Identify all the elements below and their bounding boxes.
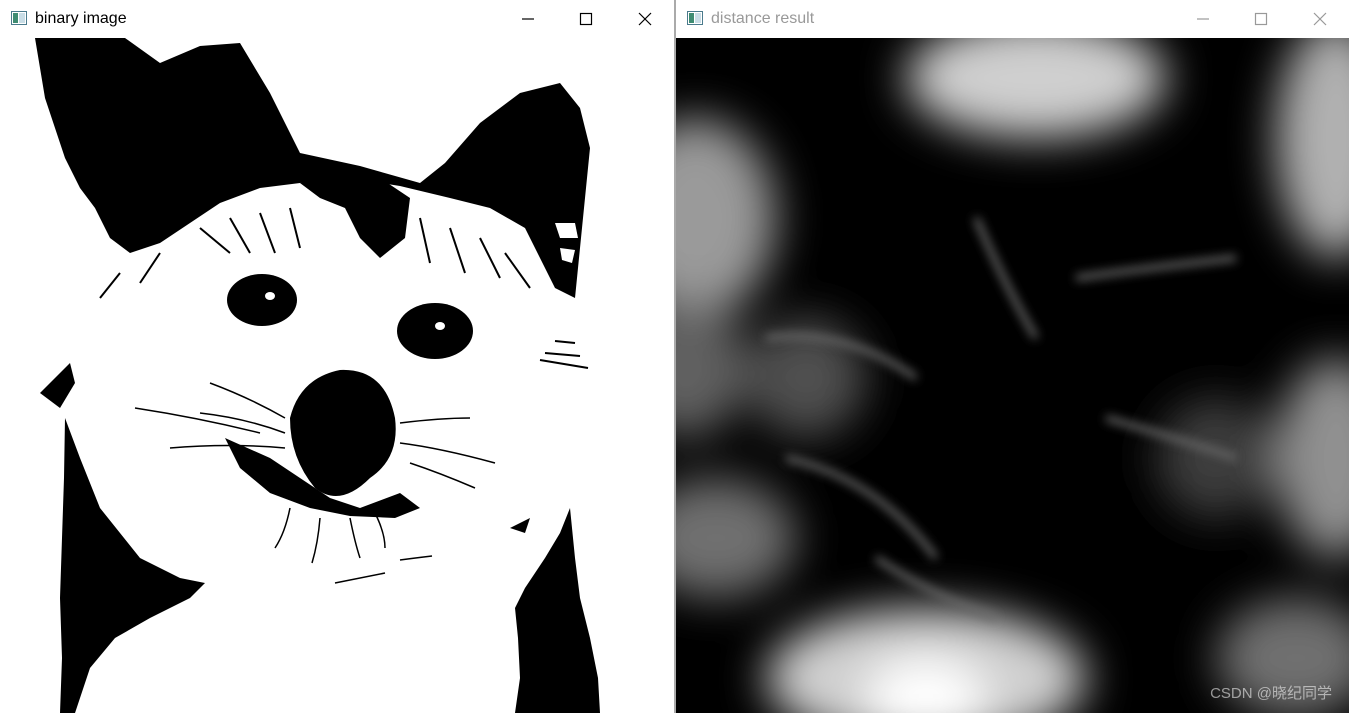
title-bar[interactable]: binary image <box>0 0 674 38</box>
title-bar[interactable]: distance result <box>676 0 1349 38</box>
desktop: binary image distance result CSDN @晓纪同学 <box>0 0 1349 713</box>
binary-dog-image <box>0 38 674 713</box>
maximize-button[interactable] <box>557 0 615 38</box>
binary-image-canvas <box>0 38 674 713</box>
watermark-text: CSDN @晓纪同学 <box>1210 685 1332 702</box>
window-title: binary image <box>35 10 127 27</box>
distance-result-canvas: CSDN @晓纪同学 <box>676 38 1349 713</box>
app-icon <box>11 11 27 25</box>
maximize-icon <box>579 12 593 26</box>
minimize-icon <box>1197 18 1209 20</box>
maximize-button[interactable] <box>1232 0 1290 38</box>
close-button[interactable] <box>1291 0 1349 38</box>
window-title: distance result <box>711 10 815 27</box>
close-icon <box>638 12 652 26</box>
close-button[interactable] <box>616 0 674 38</box>
distance-transform-image <box>676 38 1349 713</box>
app-icon <box>687 11 703 25</box>
distance-result-window[interactable]: distance result CSDN @晓纪同学 <box>676 0 1349 713</box>
minimize-button[interactable] <box>499 0 557 38</box>
minimize-button[interactable] <box>1174 0 1232 38</box>
binary-image-window[interactable]: binary image <box>0 0 674 713</box>
maximize-icon <box>1254 12 1268 26</box>
close-icon <box>1313 12 1327 26</box>
minimize-icon <box>522 18 534 20</box>
